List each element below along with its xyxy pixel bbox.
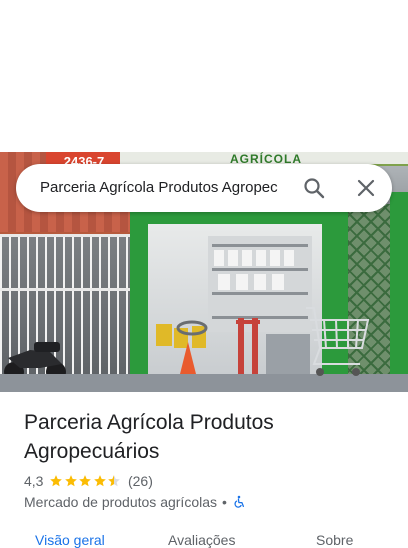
tab-reviews[interactable]: Avaliações [168, 532, 235, 548]
search-input[interactable]: Parceria Agrícola Produtos Agropec [40, 164, 296, 212]
close-icon[interactable] [354, 176, 378, 200]
tab-about[interactable]: Sobre [316, 532, 353, 548]
right-wall [390, 192, 408, 392]
store-door-frame-left [130, 212, 148, 384]
star-rating [49, 474, 122, 488]
star-icon [94, 475, 106, 487]
review-count[interactable]: (26) [128, 473, 153, 489]
tab-overview[interactable]: Visão geral [35, 532, 105, 548]
star-icon [50, 475, 63, 487]
gate-bar [0, 288, 132, 291]
rating-row[interactable]: 4,3 (26) [24, 471, 153, 491]
rating-value: 4,3 [24, 473, 44, 489]
search-bar[interactable]: Parceria Agrícola Produtos Agropec [16, 164, 392, 212]
place-title: Parceria Agrícola Produtos Agropecuários [24, 411, 274, 463]
search-icon[interactable] [302, 176, 326, 200]
shopping-cart-graphic [306, 307, 370, 376]
store-door-frame-top [130, 212, 342, 224]
place-tabs: Visão geral Avaliações Sobre [0, 526, 408, 548]
star-icon [79, 475, 92, 487]
separator-dot: • [222, 494, 227, 510]
place-category: Mercado de produtos agrícolas [24, 494, 217, 510]
wheelchair-icon [234, 495, 244, 508]
map-blank-area [0, 0, 408, 152]
star-half-icon [108, 475, 121, 487]
star-icon [65, 475, 77, 487]
category-row: Mercado de produtos agrícolas • [24, 492, 246, 512]
